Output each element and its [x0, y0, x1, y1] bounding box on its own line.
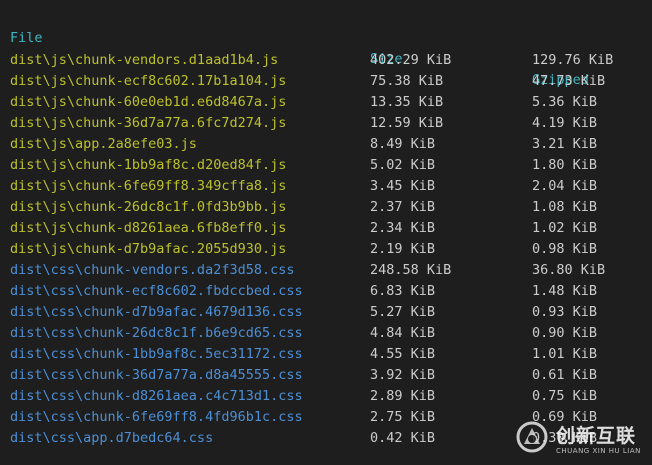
file-path: dist\css\chunk-d8261aea.c4c713d1.css [10, 388, 303, 404]
file-gzipped-size: 0.61 KiB [532, 367, 598, 383]
file-gzipped-size: 3.21 KiB [532, 136, 598, 152]
file-gzipped-size: 0.90 KiB [532, 325, 598, 341]
file-path: dist\js\chunk-d7b9afac.2055d930.js [10, 241, 287, 257]
file-gzipped-size: 0.98 KiB [532, 241, 598, 257]
file-path: dist\css\app.d7bedc64.css [10, 430, 214, 446]
file-path: dist\js\chunk-6fe69ff8.349cffa8.js [10, 178, 287, 194]
file-path: dist\css\chunk-36d7a77a.d8a45555.css [10, 367, 303, 383]
file-size: 3.92 KiB [370, 367, 436, 383]
table-header: File Size Gzipped [0, 7, 589, 88]
watermark-text: 创新互联 [556, 425, 637, 447]
file-size: 5.27 KiB [370, 304, 436, 320]
file-size: 2.19 KiB [370, 241, 436, 257]
file-size: 3.45 KiB [370, 178, 436, 194]
file-size: 12.59 KiB [370, 115, 444, 131]
file-path: dist\js\chunk-36d7a77a.6fc7d274.js [10, 115, 287, 131]
file-gzipped-size: 1.02 KiB [532, 220, 598, 236]
file-path: dist\js\chunk-ecf8c602.17b1a104.js [10, 73, 287, 89]
file-gzipped-size: 36.80 KiB [532, 262, 606, 278]
file-size: 2.89 KiB [370, 388, 436, 404]
file-path: dist\css\chunk-26dc8c1f.b6e9cd65.css [10, 325, 303, 341]
file-gzipped-size: 0.75 KiB [532, 388, 598, 404]
file-path: dist\js\chunk-vendors.d1aad1b4.js [10, 52, 279, 68]
file-size: 5.02 KiB [370, 157, 436, 173]
file-gzipped-size: 1.01 KiB [532, 346, 598, 362]
file-path: dist\css\chunk-6fe69ff8.4fd96b1c.css [10, 409, 303, 425]
watermark-logo-icon [516, 421, 548, 453]
file-path: dist\css\chunk-ecf8c602.fbdccbed.css [10, 283, 303, 299]
file-size: 248.58 KiB [370, 262, 452, 278]
file-path: dist\css\chunk-d7b9afac.4679d136.css [10, 304, 303, 320]
file-size: 4.84 KiB [370, 325, 436, 341]
file-gzipped-size: 0.93 KiB [532, 304, 598, 320]
file-size: 13.35 KiB [370, 94, 444, 110]
watermark: 创新互联 CHUANG XIN HU LIAN [512, 414, 652, 465]
file-size: 2.75 KiB [370, 409, 436, 425]
file-path: dist\css\chunk-1bb9af8c.5ec31172.css [10, 346, 303, 362]
header-file: File [10, 30, 43, 46]
terminal-output: File Size Gzipped dist\js\chunk-vendors.… [0, 0, 652, 465]
file-path: dist\js\chunk-1bb9af8c.d20ed84f.js [10, 157, 287, 173]
file-path: dist\js\chunk-60e0eb1d.e6d8467a.js [10, 94, 287, 110]
file-path: dist\css\chunk-vendors.da2f3d58.css [10, 262, 295, 278]
file-size: 6.83 KiB [370, 283, 436, 299]
file-gzipped-size: 4.19 KiB [532, 115, 598, 131]
file-gzipped-size: 129.76 KiB [532, 52, 614, 68]
file-gzipped-size: 1.08 KiB [532, 199, 598, 215]
file-path: dist\js\chunk-26dc8c1f.0fd3b9bb.js [10, 199, 287, 215]
file-gzipped-size: 1.80 KiB [532, 157, 598, 173]
file-path: dist\js\chunk-d8261aea.6fb8eff0.js [10, 220, 287, 236]
file-gzipped-size: 47.73 KiB [532, 73, 606, 89]
file-gzipped-size: 2.04 KiB [532, 178, 598, 194]
file-size: 75.38 KiB [370, 73, 444, 89]
file-size: 402.29 KiB [370, 52, 452, 68]
file-path: dist\js\app.2a8efe03.js [10, 136, 197, 152]
file-gzipped-size: 5.36 KiB [532, 94, 598, 110]
file-size: 0.42 KiB [370, 430, 436, 446]
file-gzipped-size: 1.48 KiB [532, 283, 598, 299]
file-size: 2.34 KiB [370, 220, 436, 236]
file-size: 2.37 KiB [370, 199, 436, 215]
watermark-subtext: CHUANG XIN HU LIAN [556, 447, 641, 455]
file-size: 4.55 KiB [370, 346, 436, 362]
file-size: 8.49 KiB [370, 136, 436, 152]
